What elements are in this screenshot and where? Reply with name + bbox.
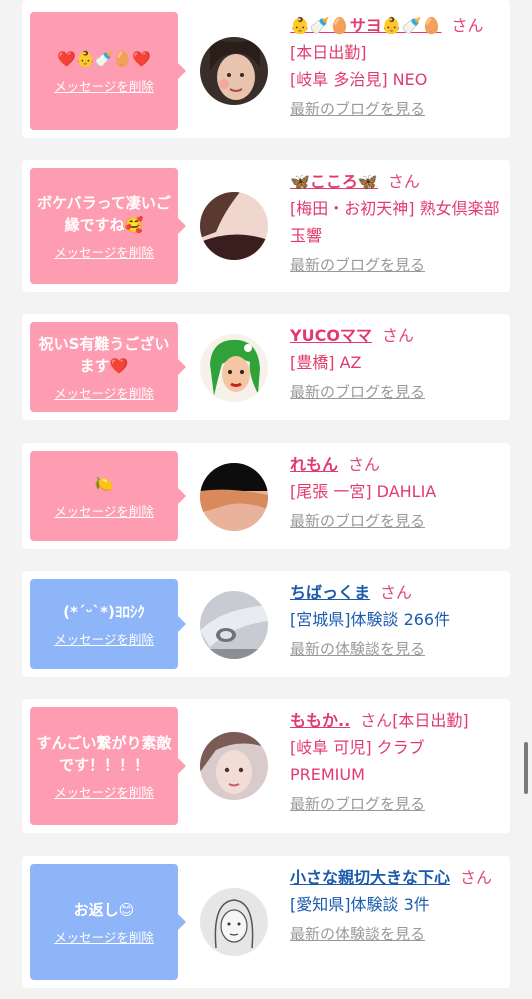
delete-message-link[interactable]: メッセージを削除	[54, 501, 154, 520]
sender-name-link[interactable]: ちばっくま	[290, 583, 370, 602]
honorific: さん	[360, 711, 393, 730]
delete-message-link[interactable]: メッセージを削除	[54, 927, 154, 946]
avatar[interactable]	[200, 334, 268, 402]
sender-name-link[interactable]: 🦋こころ🦋	[290, 172, 378, 191]
sender-info: ちばっくま さん [宮城県]体験談 266件 最新の体験談を見る	[290, 579, 500, 663]
message-bubble: ❤️👶🍼🥚❤️ メッセージを削除	[30, 12, 186, 130]
honorific: さん	[387, 172, 420, 191]
sender-location: [豊橋] AZ	[290, 353, 362, 372]
latest-blog-link[interactable]: 最新のブログを見る	[290, 508, 425, 535]
avatar[interactable]	[200, 463, 268, 531]
avatar[interactable]	[200, 888, 268, 956]
sender-location: [尾張 一宮] DAHLIA	[290, 482, 437, 501]
sender-info: 🦋こころ🦋 さん [梅田・お初天神] 熟女倶楽部 玉響 最新のブログを見る	[290, 168, 500, 279]
sender-location: [岐阜 可児] クラブ PREMIUM	[290, 738, 425, 784]
delete-message-link[interactable]: メッセージを削除	[54, 782, 154, 801]
message-card: 祝いS有難うございます❤️ メッセージを削除 YUCOママ さん [豊橋] AZ …	[22, 314, 510, 420]
delete-message-link[interactable]: メッセージを削除	[54, 76, 154, 95]
sender-name-link[interactable]: ももか..	[290, 711, 350, 730]
message-text: ボケバラって凄いご縁ですね🥰	[37, 193, 171, 234]
message-bubble: お返し😊 メッセージを削除	[30, 864, 186, 980]
latest-review-link[interactable]: 最新の体験談を見る	[290, 921, 425, 948]
message-card: 🍋 メッセージを削除 れもん さん [尾張 一宮] DAHLIA 最新のブログを見…	[22, 443, 510, 549]
latest-blog-link[interactable]: 最新のブログを見る	[290, 379, 425, 406]
honorific: さん	[451, 16, 484, 35]
message-text: ❤️👶🍼🥚❤️	[57, 49, 151, 68]
message-bubble: (*´ᵕ`*)ﾖﾛｼｸ メッセージを削除	[30, 579, 186, 669]
message-bubble: 🍋 メッセージを削除	[30, 451, 186, 541]
sender-location: [梅田・お初天神] 熟女倶楽部 玉響	[290, 199, 500, 245]
latest-review-link[interactable]: 最新の体験談を見る	[290, 636, 425, 663]
sender-name-link[interactable]: 小さな親切大きな下心	[290, 868, 450, 887]
message-text: (*´ᵕ`*)ﾖﾛｼｸ	[63, 602, 145, 621]
sender-info: 小さな親切大きな下心 さん [愛知県]体験談 3件 最新の体験談を見る	[290, 864, 500, 948]
honorific: さん	[348, 455, 381, 474]
message-text: すんごい繋がり素敵です！！！！	[36, 733, 172, 774]
delete-message-link[interactable]: メッセージを削除	[54, 383, 154, 402]
avatar[interactable]	[200, 37, 268, 105]
delete-message-link[interactable]: メッセージを削除	[54, 629, 154, 648]
sender-name-link[interactable]: れもん	[290, 455, 338, 474]
message-bubble: 祝いS有難うございます❤️ メッセージを削除	[30, 322, 186, 412]
latest-blog-link[interactable]: 最新のブログを見る	[290, 791, 425, 818]
message-text: 祝いS有難うございます❤️	[38, 334, 170, 375]
message-card: (*´ᵕ`*)ﾖﾛｼｸ メッセージを削除 ちばっくま さん [宮城県]体験談 26…	[22, 571, 510, 677]
sender-location: [岐阜 多治見] NEO	[290, 70, 428, 89]
sender-info: れもん さん [尾張 一宮] DAHLIA 最新のブログを見る	[290, 451, 500, 535]
avatar[interactable]	[200, 591, 268, 659]
scrollbar[interactable]	[524, 742, 528, 794]
delete-message-link[interactable]: メッセージを削除	[54, 242, 154, 261]
sender-name-link[interactable]: YUCOママ	[290, 326, 372, 345]
honorific: さん	[380, 583, 413, 602]
sender-location: [愛知県]体験談 3件	[290, 895, 430, 914]
message-text: お返し😊	[73, 900, 135, 919]
sender-location: [宮城県]体験談 266件	[290, 610, 451, 629]
latest-blog-link[interactable]: 最新のブログを見る	[290, 252, 425, 279]
sender-info: ももか.. さん[本日出勤] [岐阜 可児] クラブ PREMIUM 最新のブログ…	[290, 707, 500, 818]
message-bubble: すんごい繋がり素敵です！！！！ メッセージを削除	[30, 707, 186, 825]
avatar[interactable]	[200, 192, 268, 260]
honorific: さん	[381, 326, 414, 345]
sender-info: YUCOママ さん [豊橋] AZ 最新のブログを見る	[290, 322, 500, 406]
message-text: 🍋	[94, 474, 114, 493]
message-card: ボケバラって凄いご縁ですね🥰 メッセージを削除 🦋こころ🦋 さん [梅田・お初天神…	[22, 160, 510, 292]
avatar[interactable]	[200, 732, 268, 800]
message-bubble: ボケバラって凄いご縁ですね🥰 メッセージを削除	[30, 168, 186, 284]
working-today-badge: [本日出勤]	[392, 711, 469, 730]
message-card: お返し😊 メッセージを削除 小さな親切大きな下心 さん [愛知県]体験談 3件 最…	[22, 856, 510, 988]
sender-name-link[interactable]: 👶🍼🥚サヨ👶🍼🥚	[290, 16, 442, 35]
sender-info: 👶🍼🥚サヨ👶🍼🥚 さん [本日出勤] [岐阜 多治見] NEO 最新のブログを見る	[290, 12, 500, 123]
message-card: すんごい繋がり素敵です！！！！ メッセージを削除 ももか.. さん[本日出勤] […	[22, 699, 510, 833]
working-today-badge: [本日出勤]	[290, 43, 367, 62]
latest-blog-link[interactable]: 最新のブログを見る	[290, 96, 425, 123]
message-card: ❤️👶🍼🥚❤️ メッセージを削除 👶🍼🥚サヨ👶🍼🥚 さん [本日出勤] [岐阜 多治…	[22, 0, 510, 138]
honorific: さん	[460, 868, 493, 887]
